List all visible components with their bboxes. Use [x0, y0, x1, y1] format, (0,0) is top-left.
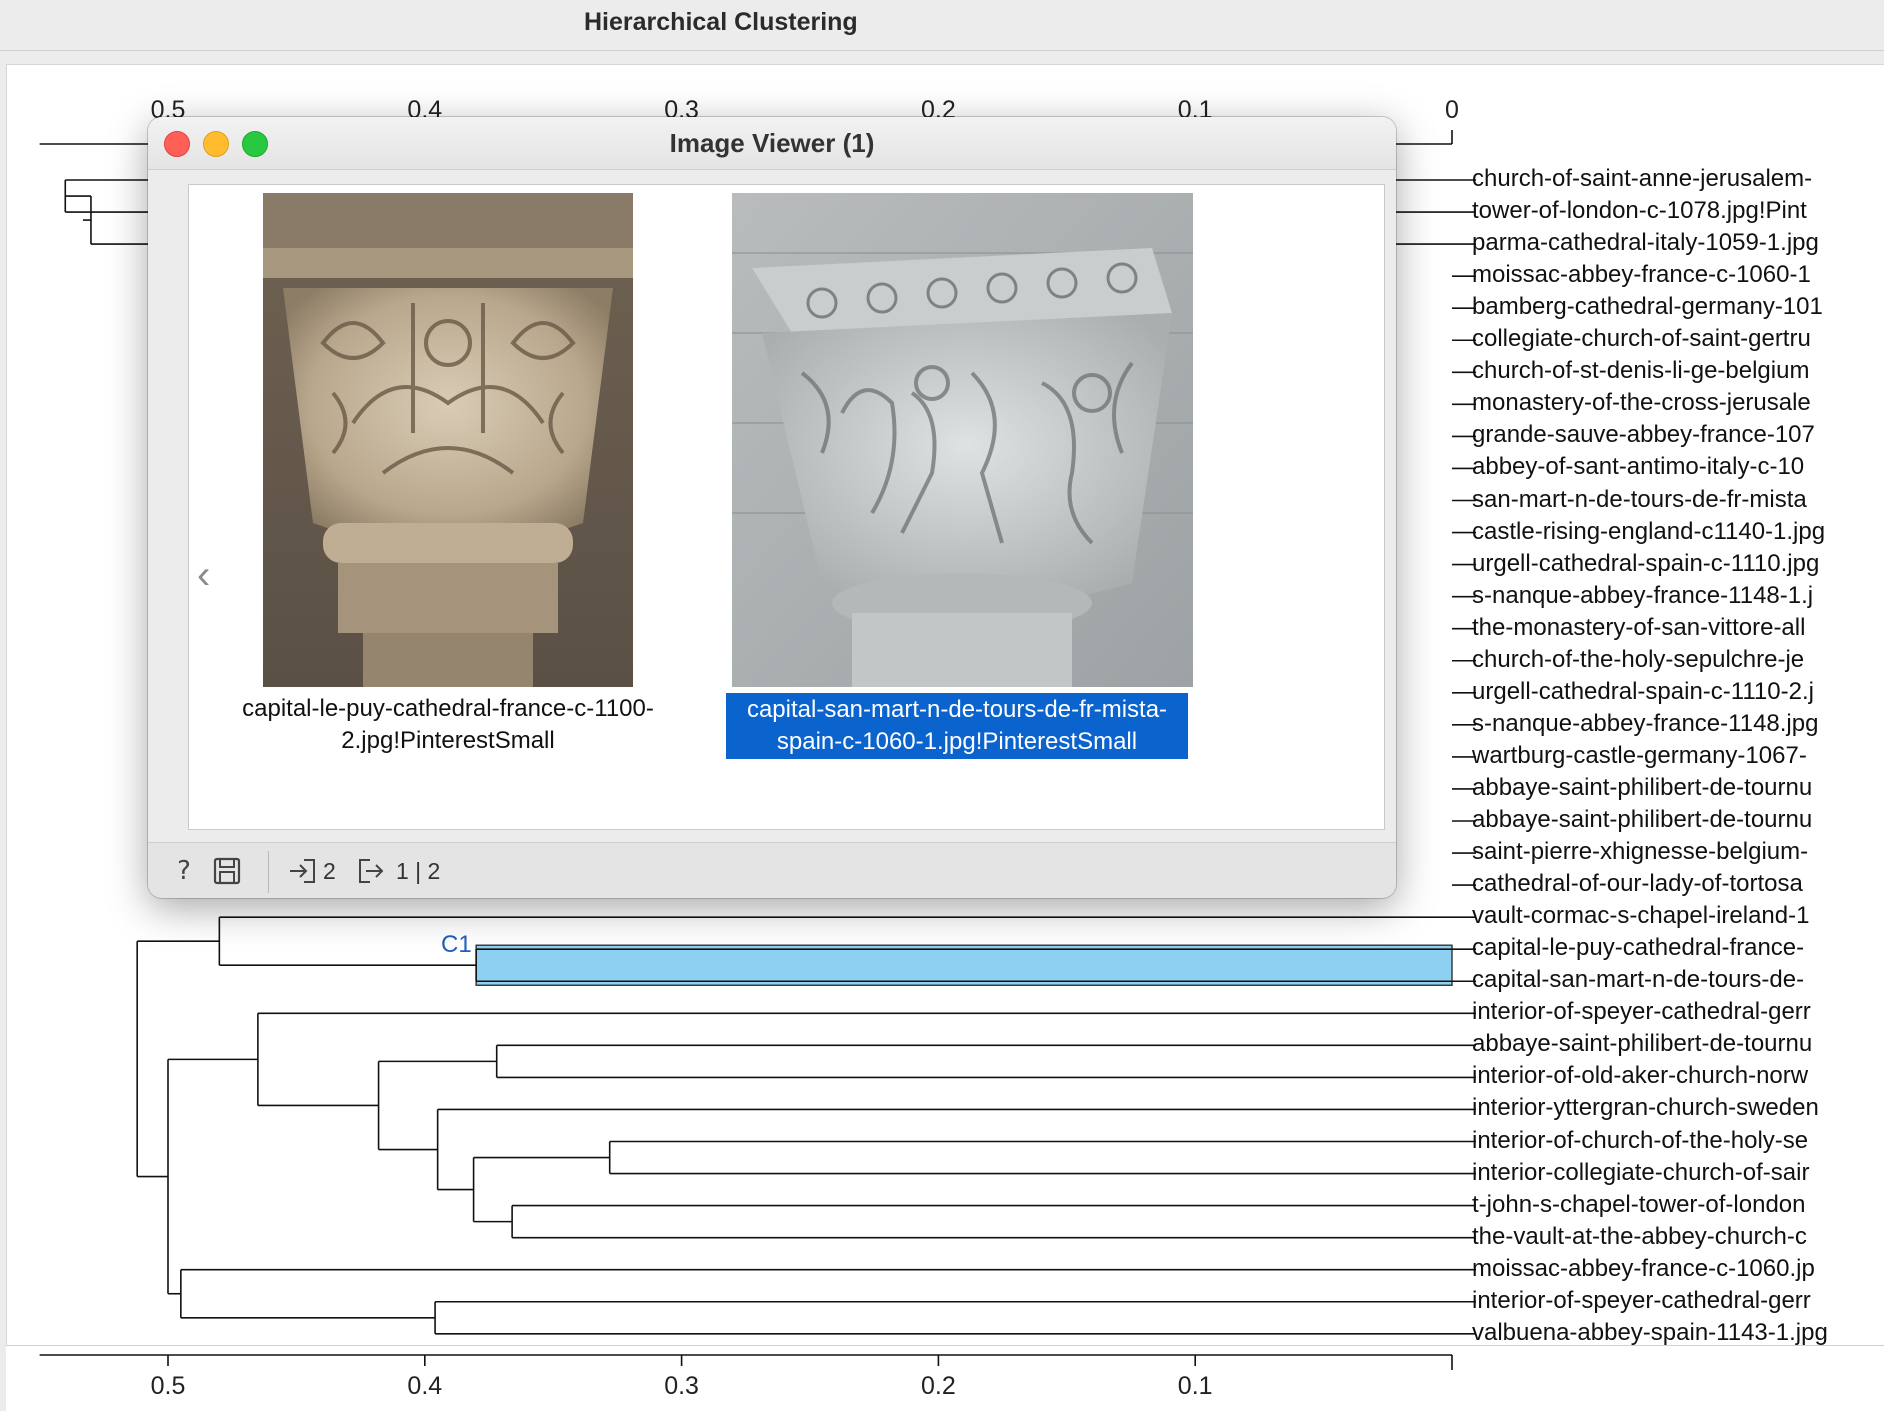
- leaf-label[interactable]: parma-cathedral-italy-1059-1.jpg: [1472, 228, 1884, 258]
- help-icon[interactable]: ?: [172, 855, 196, 887]
- leaf-label[interactable]: moissac-abbey-france-c-1060.jp: [1472, 1254, 1884, 1284]
- leaf-label[interactable]: interior-collegiate-church-of-sair: [1472, 1158, 1884, 1188]
- image-viewer-window[interactable]: Image Viewer (1) ‹ capital-le-puy-cathed…: [148, 117, 1396, 898]
- leaf-label[interactable]: church-of-the-holy-sepulchre-je: [1472, 645, 1884, 675]
- leaf-label[interactable]: grande-sauve-abbey-france-107: [1472, 420, 1884, 450]
- leaf-label[interactable]: abbaye-saint-philibert-de-tournu: [1472, 773, 1884, 803]
- leaf-label[interactable]: interior-yttergran-church-sweden: [1472, 1093, 1884, 1123]
- input-signal-icon[interactable]: [288, 855, 318, 887]
- leaf-label[interactable]: abbaye-saint-philibert-de-tournu: [1472, 805, 1884, 835]
- leaf-label[interactable]: vault-cormac-s-chapel-ireland-1: [1472, 901, 1884, 931]
- leaf-label[interactable]: abbey-of-sant-antimo-italy-c-10: [1472, 452, 1884, 482]
- leaf-label[interactable]: t-john-s-chapel-tower-of-london: [1472, 1190, 1884, 1220]
- bottom-axis-area: [6, 1345, 1884, 1411]
- leaf-label[interactable]: the-monastery-of-san-vittore-all: [1472, 613, 1884, 643]
- leaf-label[interactable]: wartburg-castle-germany-1067-: [1472, 741, 1884, 771]
- leaf-label[interactable]: capital-san-mart-n-de-tours-de-: [1472, 965, 1884, 995]
- output-count: 1 | 2: [396, 858, 441, 884]
- viewer-titlebar[interactable]: Image Viewer (1): [148, 117, 1396, 170]
- svg-text:?: ?: [177, 856, 191, 886]
- leaf-label[interactable]: urgell-cathedral-spain-c-1110.jpg: [1472, 549, 1884, 579]
- leaf-label[interactable]: abbaye-saint-philibert-de-tournu: [1472, 1029, 1884, 1059]
- output-signal-icon[interactable]: [356, 855, 386, 887]
- leaf-label[interactable]: monastery-of-the-cross-jerusale: [1472, 388, 1884, 418]
- leaf-label[interactable]: interior-of-speyer-cathedral-gerr: [1472, 1286, 1884, 1316]
- leaf-label[interactable]: bamberg-cathedral-germany-101: [1472, 292, 1884, 322]
- chevron-left-icon[interactable]: ‹: [197, 555, 223, 595]
- leaf-label[interactable]: church-of-saint-anne-jerusalem-: [1472, 164, 1884, 194]
- leaf-label[interactable]: s-nanque-abbey-france-1148-1.j: [1472, 581, 1884, 611]
- image-thumbnail[interactable]: [263, 193, 633, 687]
- viewer-toolbar: ? 2 1 | 2: [148, 842, 1396, 898]
- leaf-label[interactable]: castle-rising-england-c1140-1.jpg: [1472, 517, 1884, 547]
- leaf-label[interactable]: collegiate-church-of-saint-gertru: [1472, 324, 1884, 354]
- save-icon[interactable]: [212, 855, 242, 887]
- image-thumbnail-selected[interactable]: [732, 193, 1193, 687]
- leaf-label[interactable]: s-nanque-abbey-france-1148.jpg: [1472, 709, 1884, 739]
- leaf-label[interactable]: saint-pierre-xhignesse-belgium-: [1472, 837, 1884, 867]
- image-grid[interactable]: ‹ capital-le-puy-cathedral-france-c-1100…: [188, 184, 1385, 830]
- leaf-label[interactable]: church-of-st-denis-li-ge-belgium: [1472, 356, 1884, 386]
- leaf-label[interactable]: interior-of-church-of-the-holy-se: [1472, 1126, 1884, 1156]
- image-caption[interactable]: capital-le-puy-cathedral-france-c-1100-2…: [239, 693, 657, 757]
- viewer-title: Image Viewer (1): [669, 128, 875, 158]
- leaf-label[interactable]: tower-of-london-c-1078.jpg!Pint: [1472, 196, 1884, 226]
- toolbar-separator: [268, 851, 269, 893]
- selected-cluster-highlight[interactable]: [475, 944, 1453, 986]
- leaf-label[interactable]: the-vault-at-the-abbey-church-c: [1472, 1222, 1884, 1252]
- leaf-label[interactable]: moissac-abbey-france-c-1060-1: [1472, 260, 1884, 290]
- leaf-label[interactable]: interior-of-speyer-cathedral-gerr: [1472, 997, 1884, 1027]
- leaf-label[interactable]: cathedral-of-our-lady-of-tortosa: [1472, 869, 1884, 899]
- leaf-label[interactable]: urgell-cathedral-spain-c-1110-2.j: [1472, 677, 1884, 707]
- leaf-label[interactable]: valbuena-abbey-spain-1143-1.jpg: [1472, 1318, 1884, 1348]
- cluster-label-c1[interactable]: C1: [441, 931, 472, 959]
- input-count: 2: [323, 858, 336, 884]
- leaf-label[interactable]: capital-le-puy-cathedral-france-: [1472, 933, 1884, 963]
- leaf-label[interactable]: interior-of-old-aker-church-norw: [1472, 1061, 1884, 1091]
- leaf-label[interactable]: san-mart-n-de-tours-de-fr-mista: [1472, 485, 1884, 515]
- image-caption-selected[interactable]: capital-san-mart-n-de-tours-de-fr-mista-…: [726, 693, 1188, 759]
